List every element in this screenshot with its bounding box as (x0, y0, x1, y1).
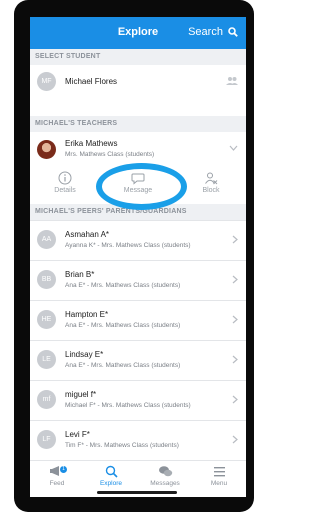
teacher-avatar (37, 140, 56, 159)
nav-explore-label: Explore (99, 480, 123, 487)
nav-messages[interactable]: Messages (138, 465, 192, 487)
divider (30, 300, 246, 301)
peer-sub: Ayanna K* - Mrs. Mathews Class (students… (65, 242, 191, 249)
app-screen: Explore Search SELECT STUDENT MF Michael… (30, 17, 246, 497)
header-bar: Explore Search (30, 17, 246, 49)
list-item[interactable]: mf miguel f* Michael F* - Mrs. Mathews Cla… (30, 380, 246, 420)
peer-sub: Michael F* - Mrs. Mathews Class (student… (65, 402, 191, 409)
chevron-right-icon (232, 275, 238, 284)
selected-student-row[interactable]: MF Michael Flores (30, 65, 246, 97)
divider (30, 340, 246, 341)
nav-explore[interactable]: Explore (84, 465, 138, 487)
avatar: LF (37, 430, 56, 449)
section-label: SELECT STUDENT (35, 53, 101, 60)
block-user-icon (205, 172, 218, 185)
search-label: Search (188, 26, 223, 38)
nav-messages-label: Messages (150, 480, 180, 487)
section-select-student: SELECT STUDENT (30, 49, 246, 65)
home-indicator (97, 491, 177, 494)
divider (30, 260, 246, 261)
chevron-right-icon (232, 395, 238, 404)
avatar: BB (37, 270, 56, 289)
peer-name: Brian B* (65, 270, 95, 279)
student-name: Michael Flores (65, 77, 118, 86)
block-label: Block (202, 187, 220, 194)
search-icon (105, 465, 118, 478)
teacher-name: Erika Mathews (65, 139, 118, 148)
avatar: mf (37, 390, 56, 409)
peer-sub: Ana E* - Mrs. Mathews Class (students) (65, 322, 181, 329)
peer-sub: Tim F* - Mrs. Mathews Class (students) (65, 442, 179, 449)
peer-name: Hampton E* (65, 310, 109, 319)
highlight-circle-annotation (96, 163, 187, 210)
avatar: HE (37, 310, 56, 329)
list-item[interactable]: LF Levi F* Tim F* - Mrs. Mathews Class (st… (30, 420, 246, 460)
peer-list: AA Asmahan A* Ayanna K* - Mrs. Mathews Cla… (30, 220, 246, 460)
block-button[interactable]: Block (181, 171, 241, 194)
section-label: MICHAEL'S PEERS' PARENTS/GUARDIANS (35, 208, 187, 215)
avatar: AA (37, 230, 56, 249)
divider (30, 420, 246, 421)
messages-icon (158, 466, 172, 477)
peer-sub: Ana E* - Mrs. Mathews Class (students) (65, 282, 181, 289)
nav-menu-label: Menu (210, 480, 228, 487)
search-button[interactable]: Search (188, 26, 238, 38)
feed-badge: 1 (60, 466, 67, 473)
peer-name: Asmahan A* (65, 230, 110, 239)
chevron-down-icon[interactable] (229, 145, 238, 151)
chevron-right-icon (232, 435, 238, 444)
switch-student-icon[interactable] (226, 76, 238, 86)
bottom-nav: 1 Feed Explore Messages Menu (30, 460, 246, 497)
peer-name: Lindsay E* (65, 350, 104, 359)
teacher-row[interactable]: Erika Mathews Mrs. Mathews Class (studen… (30, 132, 246, 166)
list-item[interactable]: BB Brian B* Ana E* - Mrs. Mathews Class (s… (30, 260, 246, 300)
search-icon (228, 27, 238, 37)
hamburger-menu-icon (213, 467, 225, 477)
avatar: MF (37, 72, 56, 91)
list-item[interactable]: LE Lindsay E* Ana E* - Mrs. Mathews Class … (30, 340, 246, 380)
peer-sub: Ana E* - Mrs. Mathews Class (students) (65, 362, 181, 369)
avatar: LE (37, 350, 56, 369)
divider (30, 220, 246, 221)
peer-name: Levi F* (65, 430, 90, 439)
chevron-right-icon (232, 355, 238, 364)
section-label: MICHAEL'S TEACHERS (35, 120, 118, 127)
nav-menu[interactable]: Menu (192, 465, 246, 487)
peer-name: miguel f* (65, 390, 97, 399)
chevron-right-icon (232, 315, 238, 324)
details-button[interactable]: Details (35, 171, 95, 194)
info-icon (58, 171, 72, 185)
details-label: Details (54, 187, 76, 194)
divider (30, 380, 246, 381)
list-item[interactable]: AA Asmahan A* Ayanna K* - Mrs. Mathews Cla… (30, 220, 246, 260)
section-teachers: MICHAEL'S TEACHERS (30, 116, 246, 132)
chevron-right-icon (232, 235, 238, 244)
teacher-class: Mrs. Mathews Class (students) (65, 151, 155, 158)
list-item[interactable]: HE Hampton E* Ana E* - Mrs. Mathews Class … (30, 300, 246, 340)
nav-feed-label: Feed (49, 480, 65, 487)
nav-feed[interactable]: 1 Feed (30, 465, 84, 487)
